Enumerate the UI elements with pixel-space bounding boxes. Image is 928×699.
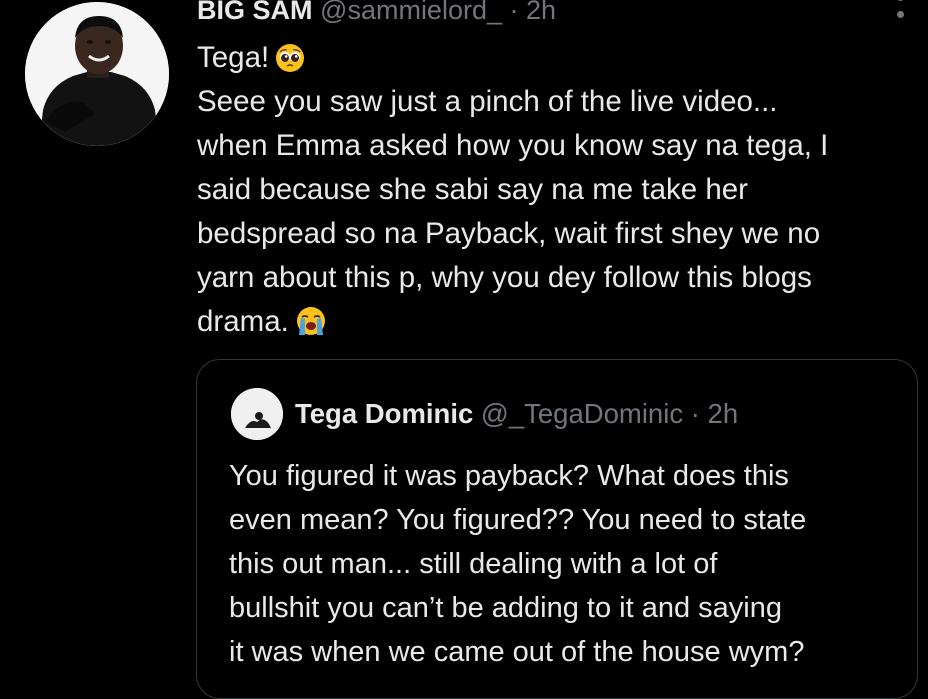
tweet-line: drama. — [197, 300, 907, 344]
quoted-header: Tega Dominic @_TegaDominic · 2h — [295, 394, 738, 434]
quoted-tweet-text: You figured it was payback? What does th… — [229, 454, 899, 674]
quoted-author-handle[interactable]: @_TegaDominic — [481, 398, 683, 429]
quoted-avatar[interactable] — [231, 388, 283, 440]
quoted-line: bullshit you can’t be adding to it and s… — [229, 592, 782, 624]
quoted-author-name[interactable]: Tega Dominic — [295, 398, 473, 429]
separator-dot: · — [509, 0, 519, 25]
tweet-text: Tega! Seee you saw just a pinch of the l… — [197, 36, 907, 344]
author-name[interactable]: BIG SAM — [197, 0, 313, 25]
more-dot — [897, 11, 904, 18]
author-handle[interactable]: @sammielord_ — [320, 0, 502, 25]
tweet-line-text: drama. — [197, 305, 289, 338]
quoted-line: even mean? You figured?? You need to sta… — [229, 504, 807, 536]
tweet-header: BIG SAM @sammielord_ · 2h — [197, 0, 556, 30]
tweet-line-text: Tega! — [197, 41, 270, 74]
quoted-line: it was when we came out of the house wym… — [229, 636, 805, 668]
profile-photo-icon — [25, 2, 169, 146]
tweet-line: bedspread so na Payback, wait first shey… — [197, 217, 821, 250]
tweet-line: Seee you saw just a pinch of the live vi… — [197, 85, 778, 118]
timestamp[interactable]: 2h — [526, 0, 556, 25]
quoted-line: this out man... still dealing with a lot… — [229, 548, 718, 580]
tweet-line: when Emma asked how you know say na tega… — [197, 129, 829, 162]
quoted-timestamp[interactable]: 2h — [708, 398, 739, 429]
tweet-line: Tega! — [197, 36, 907, 80]
more-dot — [897, 0, 904, 1]
quoted-profile-photo-icon — [231, 388, 283, 440]
tweet-line: said because she sabi say na me take her — [197, 173, 748, 206]
loudly-crying-face-icon — [295, 305, 327, 350]
quoted-tweet[interactable]: Tega Dominic @_TegaDominic · 2h You figu… — [196, 359, 918, 699]
avatar[interactable] — [25, 2, 169, 146]
tweet[interactable]: BIG SAM @sammielord_ · 2h Tega! Seee you… — [0, 0, 928, 699]
tweet-line: yarn about this p, why you dey follow th… — [197, 261, 812, 294]
separator-dot: · — [690, 398, 700, 429]
more-options-icon[interactable] — [893, 0, 907, 26]
quoted-line: You figured it was payback? What does th… — [229, 460, 789, 492]
